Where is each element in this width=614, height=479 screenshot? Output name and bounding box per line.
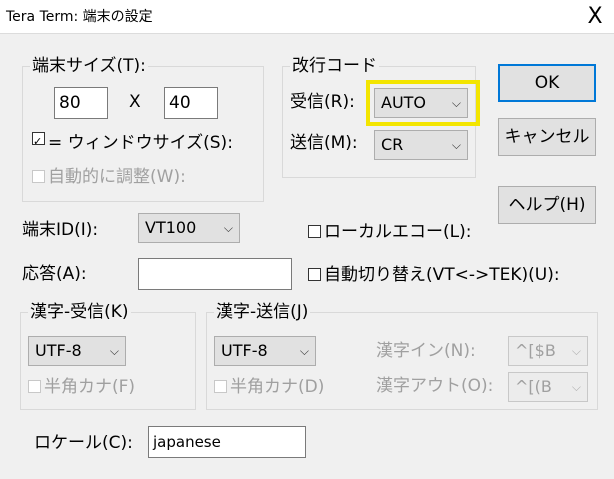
checkbox-icon [32, 132, 45, 145]
auto-resize-checkbox[interactable]: 自動的に調整(W): [32, 166, 186, 188]
local-echo-label: ローカルエコー(L): [324, 222, 472, 242]
receive-value: AUTO [381, 93, 427, 112]
rows-input[interactable]: 40 [164, 87, 218, 119]
terminal-id-value: VT100 [145, 218, 197, 237]
kanji-transmit-halfwidth-checkbox[interactable]: 半角カナ(D) [214, 376, 324, 398]
kanji-receive-value: UTF-8 [35, 341, 82, 360]
kanji-out-value: ^[(B [515, 377, 552, 396]
term-size-window-label: = ウィンドウサイズ(S): [48, 133, 233, 153]
help-button[interactable]: ヘルプ(H) [498, 186, 596, 224]
ok-button[interactable]: OK [498, 64, 596, 102]
kanji-in-label: 漢字イン(N): [376, 341, 476, 361]
chevron-down-icon: ⌵ [571, 344, 581, 358]
kanji-out-label: 漢字アウト(O): [376, 376, 494, 396]
locale-label: ロケール(C): [34, 433, 133, 453]
checkbox-icon [308, 268, 321, 281]
transmit-select[interactable]: CR ⌵ [374, 130, 468, 160]
answerback-input[interactable] [138, 258, 292, 290]
columns-input[interactable]: 80 [54, 87, 108, 119]
terminal-id-select[interactable]: VT100 ⌵ [138, 213, 240, 243]
receive-select[interactable]: AUTO ⌵ [374, 88, 468, 118]
chevron-down-icon: ⌵ [571, 380, 581, 394]
chevron-down-icon: ⌵ [109, 344, 119, 358]
auto-switch-checkbox[interactable]: 自動切り替え(VT<->TEK)(U): [308, 264, 560, 286]
kanji-transmit-halfwidth-label: 半角カナ(D) [230, 377, 325, 397]
term-size-window-checkbox[interactable]: = ウィンドウサイズ(S): [32, 132, 233, 154]
terminal-id-label: 端末ID(I): [22, 220, 99, 240]
kanji-receive-select[interactable]: UTF-8 ⌵ [28, 336, 126, 366]
kanji-in-value: ^[$B [515, 341, 556, 360]
transmit-value: CR [381, 135, 404, 154]
title-bar: Tera Term: 端末の設定 X [0, 0, 614, 33]
window-title: Tera Term: 端末の設定 [6, 9, 153, 25]
kanji-transmit-legend: 漢字-送信(J) [214, 302, 311, 322]
kanji-receive-legend: 漢字-受信(K) [28, 302, 131, 322]
kanji-receive-halfwidth-label: 半角カナ(F) [44, 377, 136, 397]
kanji-receive-halfwidth-checkbox[interactable]: 半角カナ(F) [28, 376, 135, 398]
checkbox-icon [32, 170, 45, 183]
chevron-down-icon: ⌵ [299, 344, 309, 358]
kanji-in-select[interactable]: ^[$B ⌵ [508, 336, 588, 366]
checkbox-icon [28, 380, 41, 393]
kanji-transmit-value: UTF-8 [221, 341, 268, 360]
answerback-label: 応答(A): [22, 264, 87, 284]
checkbox-icon [214, 380, 227, 393]
size-times-label: X [129, 92, 141, 112]
kanji-out-select[interactable]: ^[(B ⌵ [508, 372, 588, 402]
newline-legend: 改行コード [290, 56, 379, 76]
terminal-size-legend: 端末サイズ(T): [30, 56, 148, 76]
receive-label: 受信(R): [290, 92, 355, 112]
chevron-down-icon: ⌵ [451, 138, 461, 152]
cancel-button[interactable]: キャンセル [498, 118, 596, 156]
checkbox-icon [308, 225, 321, 238]
close-icon[interactable]: X [576, 0, 614, 33]
local-echo-checkbox[interactable]: ローカルエコー(L): [308, 221, 471, 243]
transmit-label: 送信(M): [290, 133, 358, 153]
auto-resize-label: 自動的に調整(W): [48, 167, 186, 187]
auto-switch-label: 自動切り替え(VT<->TEK)(U): [324, 265, 560, 285]
kanji-transmit-select[interactable]: UTF-8 ⌵ [214, 336, 316, 366]
chevron-down-icon: ⌵ [223, 221, 233, 235]
chevron-down-icon: ⌵ [451, 96, 461, 110]
locale-input[interactable]: japanese [148, 426, 306, 458]
